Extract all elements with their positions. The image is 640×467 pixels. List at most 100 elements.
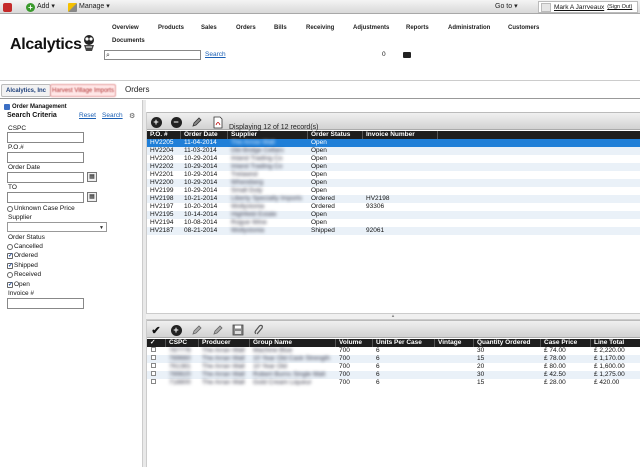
check-all-button[interactable]: ✔ (149, 323, 163, 337)
nav-products[interactable]: Products (158, 25, 184, 31)
unknown-case-price-radio[interactable] (7, 205, 13, 212)
ordered-checkbox[interactable]: ✓ (7, 252, 13, 259)
po-input[interactable] (7, 152, 84, 163)
search-link[interactable]: Search (102, 112, 123, 119)
col-order-date[interactable]: Order Date (184, 131, 218, 139)
edit-line-button[interactable] (190, 323, 204, 337)
table-row[interactable]: HV2205 11-04-2014 The Arrow Wall Open (147, 139, 640, 147)
sign-out-link[interactable]: (Sign Out) (607, 4, 632, 10)
table-row[interactable]: 787776 The Arran Wall Machine Blue 700 6 30 £ … (147, 347, 640, 355)
col-cspc[interactable]: CSPC (169, 339, 187, 347)
col-vintage[interactable]: Vintage (438, 339, 461, 347)
mail-icon[interactable] (403, 52, 411, 58)
manage-menu[interactable]: Manage ▾ (68, 2, 110, 12)
status-cancelled[interactable]: Cancelled (7, 243, 43, 250)
goto-menu[interactable]: Go to ▾ (495, 2, 518, 12)
global-search-link[interactable]: Search (205, 51, 226, 58)
col-line-total[interactable]: Line Total (594, 339, 624, 347)
pdf-export-button[interactable] (211, 115, 225, 129)
col-units-per-case[interactable]: Units Per Case (376, 339, 422, 347)
table-row[interactable]: 789820 The Arran Wall Robert Burns Single … (147, 371, 640, 379)
reset-link[interactable]: Reset (79, 112, 96, 119)
nav-sales[interactable]: Sales (201, 25, 217, 31)
table-row[interactable]: HV2187 08-21-2014 Wollystonia Shipped 92061 (147, 227, 640, 235)
col-volume[interactable]: Volume (339, 339, 362, 347)
row-checkbox[interactable] (151, 363, 156, 368)
add-menu[interactable]: + Add ▾ (26, 2, 55, 12)
row-checkbox[interactable] (151, 347, 156, 352)
table-row[interactable]: 761381 The Arran Wall 10 Year Old 700 6 20 £ 8… (147, 363, 640, 371)
status-received[interactable]: Received (7, 271, 41, 278)
open-checkbox[interactable]: ✓ (7, 281, 13, 288)
status-ordered[interactable]: ✓ Ordered (7, 252, 38, 259)
table-row[interactable]: 789660 The Arran Wall 10 Year Old Cask Str… (147, 355, 640, 363)
edit-order-button[interactable] (190, 115, 204, 129)
nav-customers[interactable]: Customers (508, 25, 539, 31)
attach-button[interactable] (252, 323, 266, 337)
col-supplier[interactable]: Supplier (231, 131, 257, 139)
row-checkbox[interactable] (151, 371, 156, 376)
supplier-select[interactable]: ▼ (7, 222, 107, 232)
save-button[interactable] (231, 323, 245, 337)
cell-status: Open (311, 139, 327, 146)
col-check[interactable]: ✓ (150, 339, 155, 347)
app-logo[interactable]: Alcalytics (10, 36, 82, 54)
table-row[interactable]: HV2194 10-08-2014 Rogue Wine Open (147, 219, 640, 227)
app-icon[interactable] (3, 2, 12, 12)
col-case-price[interactable]: Case Price (544, 339, 577, 347)
nav-documents[interactable]: Documents (112, 38, 145, 44)
col-group-name[interactable]: Group Name (253, 339, 292, 347)
cancelled-radio[interactable] (7, 243, 13, 250)
delete-line-button[interactable] (211, 323, 225, 337)
to-date-input[interactable] (7, 192, 84, 203)
table-row[interactable]: HV2204 11-03-2014 Old Bridge Cellars Open (147, 147, 640, 155)
unknown-case-price-option[interactable]: Unknown Case Price (7, 205, 75, 212)
table-row[interactable]: HV2195 10-14-2014 Highfield Estate Open (147, 211, 640, 219)
table-row[interactable]: HV2197 10-20-2014 Wollystonia Ordered 93306 (147, 203, 640, 211)
add-line-button[interactable]: + (169, 323, 183, 337)
status-open[interactable]: ✓ Open (7, 281, 30, 288)
table-row[interactable]: HV2198 10-21-2014 Liberty Specialty Import… (147, 195, 640, 203)
col-producer[interactable]: Producer (202, 339, 231, 347)
pdf-icon (213, 116, 223, 128)
table-row[interactable]: HV2201 10-29-2014 Trelawnd Open (147, 171, 640, 179)
cspc-input[interactable] (7, 132, 84, 143)
col-quantity-ordered[interactable]: Quantity Ordered (477, 339, 530, 347)
nav-adjustments[interactable]: Adjustments (353, 25, 389, 31)
shipped-checkbox[interactable]: ✓ (7, 262, 13, 269)
nav-administration[interactable]: Administration (448, 25, 490, 31)
tab-company[interactable]: Alcalytics, Inc (1, 84, 52, 97)
col-invoice-number[interactable]: Invoice Number (366, 131, 415, 139)
received-radio[interactable] (7, 271, 13, 278)
global-search-input[interactable]: ⌕ (104, 50, 201, 60)
gear-icon[interactable]: ⚙ (129, 112, 135, 120)
table-row[interactable]: HV2202 10-29-2014 Inland Trading Co Open (147, 163, 640, 171)
user-name-link[interactable]: Mark A Jarrveaux (554, 4, 604, 11)
table-row[interactable]: HV2200 10-29-2014 Whereberg Open (147, 179, 640, 187)
tab-orders[interactable]: Orders (125, 85, 149, 94)
table-row[interactable]: HV2199 10-29-2014 Small Duty Open (147, 187, 640, 195)
table-row[interactable]: 718800 The Arran Wall Gold Cream Liqueur 70… (147, 379, 640, 387)
nav-overview[interactable]: Overview (112, 25, 139, 31)
invoice-input[interactable] (7, 298, 84, 309)
row-checkbox[interactable] (151, 379, 156, 384)
nav-receiving[interactable]: Receiving (306, 25, 334, 31)
cell-date: 08-21-2014 (184, 227, 218, 234)
nav-reports[interactable]: Reports (406, 25, 429, 31)
nav-orders[interactable]: Orders (236, 25, 256, 31)
nav-bills[interactable]: Bills (274, 25, 287, 31)
col-po[interactable]: P.O. # (150, 131, 168, 139)
remove-order-button[interactable]: − (169, 115, 183, 129)
calendar-icon[interactable]: ▦ (87, 192, 97, 202)
col-order-status[interactable]: Order Status (311, 131, 350, 139)
add-order-button[interactable]: + (149, 115, 163, 129)
cell-supplier: Old Bridge Cellars (231, 147, 284, 154)
table-row[interactable]: HV2203 10-29-2014 Inland Trading Co Open (147, 155, 640, 163)
cell-date: 11-04-2014 (184, 139, 217, 146)
horizontal-splitter[interactable]: ▴ (146, 313, 640, 320)
status-shipped[interactable]: ✓ Shipped (7, 262, 38, 269)
calendar-icon[interactable]: ▦ (87, 172, 97, 182)
tab-store[interactable]: Harvest Village Imports (50, 84, 116, 97)
order-date-input[interactable] (7, 172, 84, 183)
row-checkbox[interactable] (151, 355, 156, 360)
